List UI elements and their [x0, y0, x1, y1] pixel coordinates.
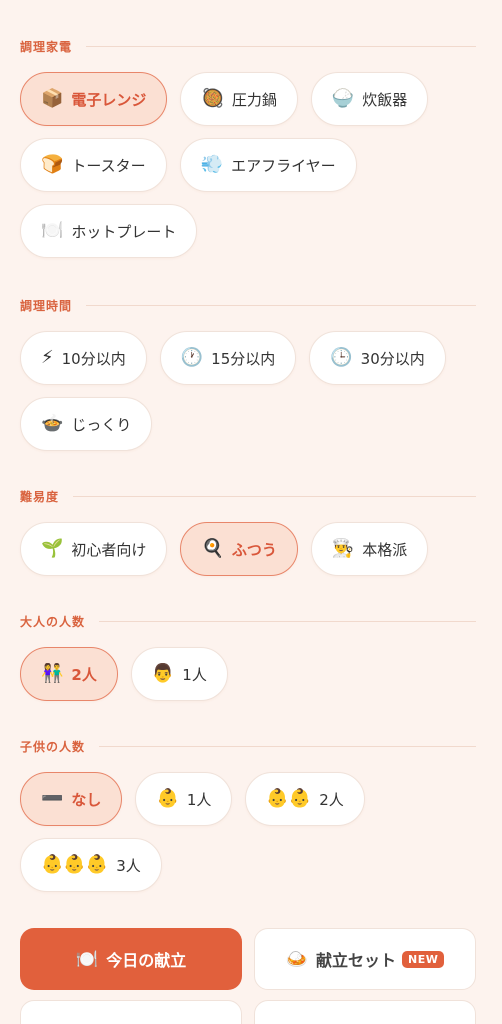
- option-label: 3人: [116, 856, 141, 875]
- baby-icon: 👶: [156, 788, 179, 809]
- option-label: 炊飯器: [362, 90, 408, 109]
- option-label: なし: [71, 790, 102, 809]
- adults-section-title: 大人の人数: [20, 614, 86, 629]
- baby-icon: 👶👶👶: [41, 854, 109, 875]
- menu-set-label: 献立セット: [316, 951, 397, 970]
- person-icon: 👨: [151, 663, 175, 684]
- children-option-none[interactable]: ➖ なし: [20, 772, 123, 826]
- next-button-partial[interactable]: [20, 1000, 242, 1024]
- action-buttons: 🍽️ 今日の献立 🍛 献立セット NEW: [20, 928, 476, 990]
- difficulty-option-normal[interactable]: 🍳 ふつう: [180, 522, 298, 576]
- option-label: 2人: [71, 665, 97, 684]
- option-label: トースター: [71, 156, 146, 175]
- adults-option-1[interactable]: 👨 1人: [130, 647, 228, 701]
- bread-icon: 🍞: [41, 154, 64, 175]
- stew-icon: 🍲: [41, 413, 64, 434]
- option-label: 2人: [319, 790, 344, 809]
- appliance-option-pressure-cooker[interactable]: 🥘 圧力鍋: [180, 72, 298, 126]
- option-label: 30分以内: [360, 349, 425, 368]
- recipe-filter-page: 調理家電 📦 電子レンジ 🥘 圧力鍋 🍚 炊飯器 🍞 トースター 💨 エアフライヤー 🍽️…: [0, 0, 502, 1024]
- option-label: 15分以内: [211, 349, 276, 368]
- appliance-section: 調理家電 📦 電子レンジ 🥘 圧力鍋 🍚 炊飯器 🍞 トースター 💨 エアフライヤー 🍽️…: [20, 38, 476, 258]
- option-label: 10分以内: [61, 349, 126, 368]
- section-divider: [99, 745, 476, 747]
- rice-icon: 🍚: [331, 88, 355, 109]
- curry-icon: 🍛: [285, 948, 309, 970]
- box-icon: 📦: [41, 88, 64, 109]
- cook-time-option-30min[interactable]: 🕒 30分以内: [309, 331, 446, 385]
- cook-time-option-15min[interactable]: 🕐 15分以内: [159, 331, 297, 385]
- option-label: 初心者向け: [71, 540, 147, 559]
- couple-icon: 👫: [41, 663, 64, 684]
- frying-pan-icon: 🍳: [201, 538, 224, 559]
- adults-option-2[interactable]: 👫 2人: [20, 647, 118, 701]
- section-divider: [86, 304, 476, 306]
- section-divider: [73, 495, 476, 497]
- new-badge: NEW: [402, 950, 445, 968]
- option-label: ふつう: [231, 540, 277, 559]
- difficulty-section-title: 難易度: [20, 489, 60, 504]
- children-option-1[interactable]: 👶 1人: [135, 772, 233, 826]
- lightning-icon: ⚡: [41, 347, 54, 368]
- option-label: エアフライヤー: [231, 156, 336, 175]
- minus-icon: ➖: [41, 788, 64, 809]
- option-label: ホットプレート: [71, 222, 177, 241]
- pot-icon: 🥘: [201, 88, 224, 109]
- adults-section: 大人の人数 👫 2人 👨 1人: [20, 613, 476, 701]
- difficulty-option-beginner[interactable]: 🌱 初心者向け: [20, 522, 168, 576]
- baby-icon: 👶👶: [266, 788, 312, 809]
- difficulty-options: 🌱 初心者向け 🍳 ふつう 👨‍🍳 本格派: [20, 522, 476, 576]
- cook-time-options: ⚡ 10分以内 🕐 15分以内 🕒 30分以内 🍲 じっくり: [20, 331, 476, 451]
- children-option-3[interactable]: 👶👶👶 3人: [20, 838, 162, 892]
- cook-time-option-slow[interactable]: 🍲 じっくり: [20, 397, 153, 451]
- section-divider: [86, 45, 476, 47]
- appliance-option-rice-cooker[interactable]: 🍚 炊飯器: [310, 72, 429, 126]
- today-menu-button[interactable]: 🍽️ 今日の献立: [20, 928, 242, 990]
- option-label: 1人: [182, 665, 207, 684]
- today-menu-label: 今日の献立: [106, 951, 187, 970]
- option-label: 電子レンジ: [71, 90, 147, 109]
- cook-time-section: 調理時間 ⚡ 10分以内 🕐 15分以内 🕒 30分以内 🍲 じっくり: [20, 297, 476, 451]
- seedling-icon: 🌱: [41, 538, 64, 559]
- menu-set-button[interactable]: 🍛 献立セット NEW: [254, 928, 476, 990]
- appliance-options: 📦 電子レンジ 🥘 圧力鍋 🍚 炊飯器 🍞 トースター 💨 エアフライヤー 🍽️ ホットプレ…: [20, 72, 476, 258]
- appliance-option-hot-plate[interactable]: 🍽️ ホットプレート: [20, 204, 198, 258]
- children-options: ➖ なし 👶 1人 👶👶 2人 👶👶👶 3人: [20, 772, 476, 892]
- difficulty-section: 難易度 🌱 初心者向け 🍳 ふつう 👨‍🍳 本格派: [20, 488, 476, 576]
- option-label: 1人: [186, 790, 212, 809]
- option-label: 圧力鍋: [231, 90, 277, 109]
- clock-icon: 🕐: [180, 347, 204, 368]
- wind-icon: 💨: [200, 154, 224, 175]
- section-divider: [99, 620, 476, 622]
- option-label: じっくり: [71, 415, 132, 434]
- appliance-option-air-fryer[interactable]: 💨 エアフライヤー: [179, 138, 357, 192]
- appliance-option-microwave[interactable]: 📦 電子レンジ: [20, 72, 168, 126]
- children-option-2[interactable]: 👶👶 2人: [245, 772, 365, 826]
- children-section: 子供の人数 ➖ なし 👶 1人 👶👶 2人 👶👶👶 3人: [20, 738, 476, 892]
- option-label: 本格派: [362, 540, 408, 559]
- appliance-section-title: 調理家電: [20, 39, 73, 54]
- appliance-option-toaster[interactable]: 🍞 トースター: [20, 138, 167, 192]
- next-button-partial[interactable]: [254, 1000, 476, 1024]
- clock-icon: 🕒: [330, 347, 353, 368]
- children-section-title: 子供の人数: [20, 739, 86, 754]
- chef-icon: 👨‍🍳: [331, 538, 355, 559]
- cook-time-option-10min[interactable]: ⚡ 10分以内: [20, 331, 147, 385]
- adults-options: 👫 2人 👨 1人: [20, 647, 476, 701]
- cook-time-section-title: 調理時間: [20, 298, 73, 313]
- difficulty-option-advanced[interactable]: 👨‍🍳 本格派: [310, 522, 429, 576]
- plate-icon: 🍽️: [75, 948, 99, 970]
- plate-icon: 🍽️: [41, 220, 64, 241]
